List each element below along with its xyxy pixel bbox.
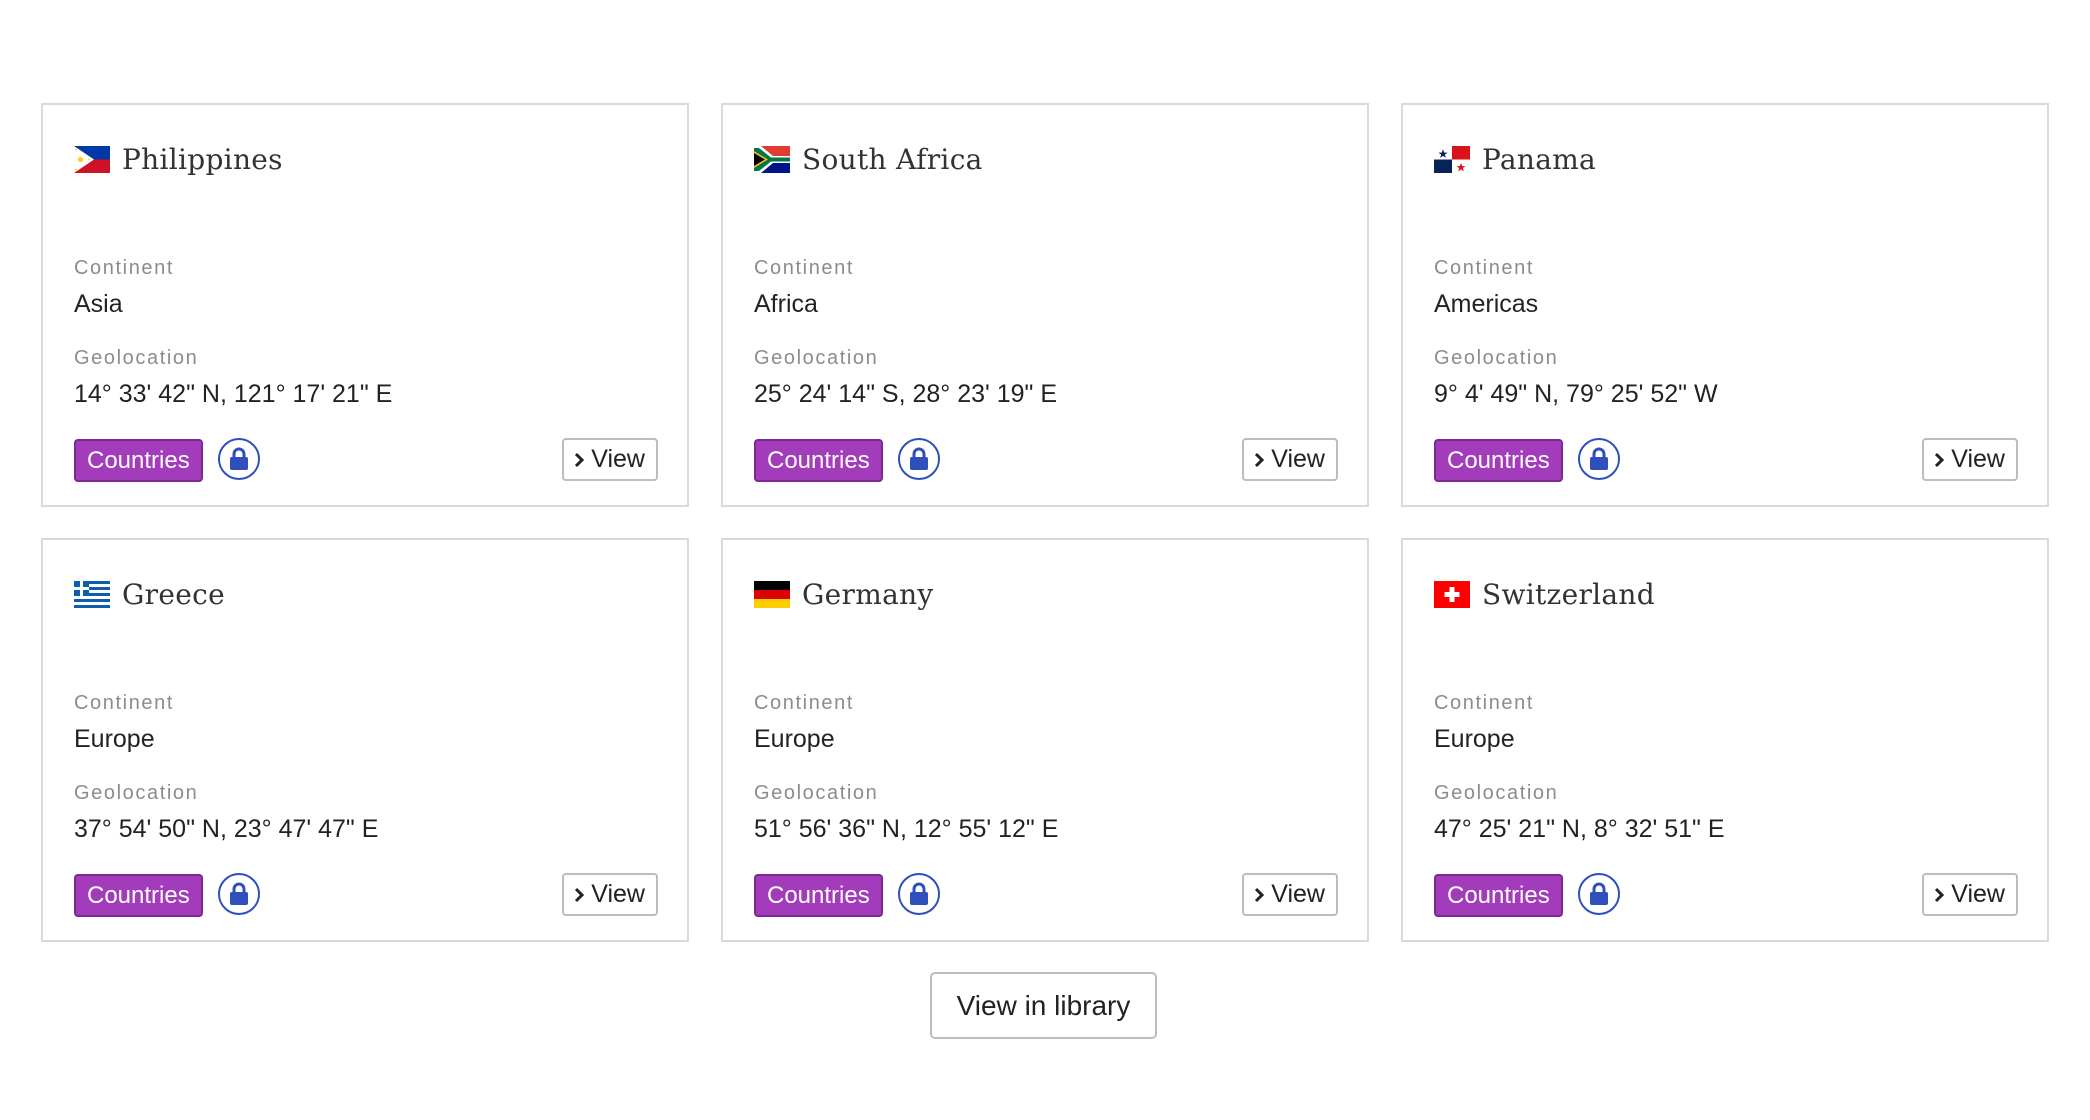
chevron-right-icon <box>1255 452 1265 467</box>
country-card: Philippines Continent Asia Geolocation 1… <box>41 103 689 507</box>
view-button-label: View <box>1951 445 2005 473</box>
philippines-flag-icon <box>74 145 110 173</box>
geolocation-label: Geolocation <box>74 782 199 804</box>
continent-label: Continent <box>74 257 175 279</box>
view-button-label: View <box>591 445 645 473</box>
view-button[interactable]: View <box>562 873 658 916</box>
chevron-right-icon <box>575 452 585 467</box>
view-button[interactable]: View <box>1242 438 1338 481</box>
south-africa-flag-icon <box>754 145 790 173</box>
card-title: Philippines <box>74 137 283 181</box>
geolocation-value: 37° 54' 50" N, 23° 47' 47" E <box>74 815 379 843</box>
lock-icon <box>230 882 248 905</box>
country-card: Greece Continent Europe Geolocation 37° … <box>41 538 689 942</box>
chevron-right-icon <box>1935 887 1945 902</box>
lock-button[interactable] <box>1578 873 1620 915</box>
geolocation-label: Geolocation <box>74 347 199 369</box>
switzerland-flag-icon <box>1434 580 1470 608</box>
geolocation-label: Geolocation <box>754 347 879 369</box>
lock-button[interactable] <box>1578 438 1620 480</box>
continent-value: Europe <box>74 725 155 753</box>
chevron-right-icon <box>1255 887 1265 902</box>
view-button-label: View <box>591 880 645 908</box>
lock-icon <box>910 882 928 905</box>
view-button[interactable]: View <box>1922 438 2018 481</box>
card-title: South Africa <box>754 137 983 181</box>
view-button-label: View <box>1951 880 2005 908</box>
lock-button[interactable] <box>218 438 260 480</box>
chevron-right-icon <box>1935 452 1945 467</box>
geolocation-value: 25° 24' 14" S, 28° 23' 19" E <box>754 380 1058 408</box>
geolocation-label: Geolocation <box>1434 347 1559 369</box>
lock-button[interactable] <box>218 873 260 915</box>
countries-tag[interactable]: Countries <box>1434 874 1563 917</box>
country-name: Switzerland <box>1482 577 1655 611</box>
country-card: Germany Continent Europe Geolocation 51°… <box>721 538 1369 942</box>
lock-icon <box>910 447 928 470</box>
geolocation-value: 47° 25' 21" N, 8° 32' 51" E <box>1434 815 1725 843</box>
continent-label: Continent <box>1434 692 1535 714</box>
country-card: Switzerland Continent Europe Geolocation… <box>1401 538 2049 942</box>
geolocation-label: Geolocation <box>754 782 879 804</box>
lock-icon <box>1590 447 1608 470</box>
countries-tag[interactable]: Countries <box>754 439 883 482</box>
continent-label: Continent <box>754 692 855 714</box>
lock-button[interactable] <box>898 438 940 480</box>
countries-tag[interactable]: Countries <box>1434 439 1563 482</box>
country-name: Panama <box>1482 142 1597 176</box>
countries-tag[interactable]: Countries <box>74 874 203 917</box>
continent-value: Europe <box>1434 725 1515 753</box>
country-name: South Africa <box>802 142 983 176</box>
countries-tag[interactable]: Countries <box>754 874 883 917</box>
lock-icon <box>230 447 248 470</box>
lock-button[interactable] <box>898 873 940 915</box>
continent-label: Continent <box>74 692 175 714</box>
view-button-label: View <box>1271 445 1325 473</box>
countries-tag[interactable]: Countries <box>74 439 203 482</box>
country-card: South Africa Continent Africa Geolocatio… <box>721 103 1369 507</box>
country-card: Panama Continent Americas Geolocation 9°… <box>1401 103 2049 507</box>
card-title: Switzerland <box>1434 572 1655 616</box>
geolocation-value: 14° 33' 42" N, 121° 17' 21" E <box>74 380 393 408</box>
chevron-right-icon <box>575 887 585 902</box>
view-button[interactable]: View <box>1242 873 1338 916</box>
continent-value: Europe <box>754 725 835 753</box>
panama-flag-icon <box>1434 145 1470 173</box>
geolocation-value: 9° 4' 49" N, 79° 25' 52" W <box>1434 380 1718 408</box>
geolocation-value: 51° 56' 36" N, 12° 55' 12" E <box>754 815 1059 843</box>
geolocation-label: Geolocation <box>1434 782 1559 804</box>
continent-label: Continent <box>754 257 855 279</box>
lock-icon <box>1590 882 1608 905</box>
card-title: Greece <box>74 572 225 616</box>
country-name: Greece <box>122 577 225 611</box>
view-in-library-button[interactable]: View in library <box>930 972 1157 1039</box>
continent-value: Asia <box>74 290 123 318</box>
country-card-grid: Philippines Continent Asia Geolocation 1… <box>41 103 2049 942</box>
country-name: Philippines <box>122 142 283 176</box>
view-button[interactable]: View <box>1922 873 2018 916</box>
continent-label: Continent <box>1434 257 1535 279</box>
germany-flag-icon <box>754 580 790 608</box>
view-button-label: View <box>1271 880 1325 908</box>
card-title: Panama <box>1434 137 1596 181</box>
continent-value: Americas <box>1434 290 1539 318</box>
country-name: Germany <box>802 577 934 611</box>
card-title: Germany <box>754 572 934 616</box>
greece-flag-icon <box>74 580 110 608</box>
continent-value: Africa <box>754 290 818 318</box>
view-button[interactable]: View <box>562 438 658 481</box>
